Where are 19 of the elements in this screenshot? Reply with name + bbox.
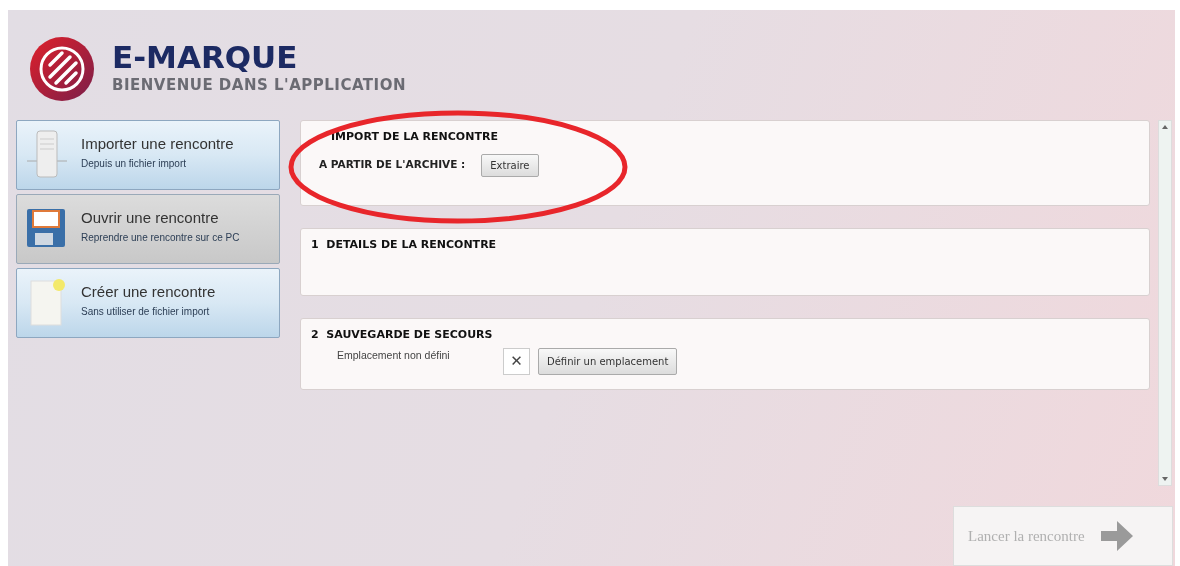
server-icon [25,127,69,181]
scrollbar[interactable] [1158,120,1172,486]
arrow-icon [1098,519,1135,553]
location-status: Emplacement non défini [337,347,451,363]
scroll-down-icon[interactable] [1162,477,1168,481]
extract-button[interactable]: Extraire [481,153,539,177]
set-location-button[interactable]: Définir un emplacement [538,347,678,375]
logo-icon [28,35,96,103]
clear-button[interactable]: ✕ [503,347,530,375]
section-heading: 1 DETAILS DE LA RENCONTRE [311,237,498,253]
app-title: E-MARQUE [112,41,299,74]
sidebar-button[interactable]: Importer une rencontre Depuis un fichier import [16,120,280,190]
field-label: A PARTIR DE L'ARCHIVE : [319,157,466,173]
section-heading: 2 SAUVEGARDE DE SECOURS [311,327,494,343]
sidebar-button[interactable]: Ouvrir une rencontre Reprendre une rencontre sur ce PC [16,194,280,264]
app-subtitle: BIENVENUE DANS L'APPLICATION [112,75,406,96]
section-heading: IMPORT DE LA RENCONTRE [330,129,499,145]
scroll-up-icon[interactable] [1162,125,1168,129]
sidebar-button[interactable]: Créer une rencontre Sans utiliser de fichier import [16,268,280,338]
